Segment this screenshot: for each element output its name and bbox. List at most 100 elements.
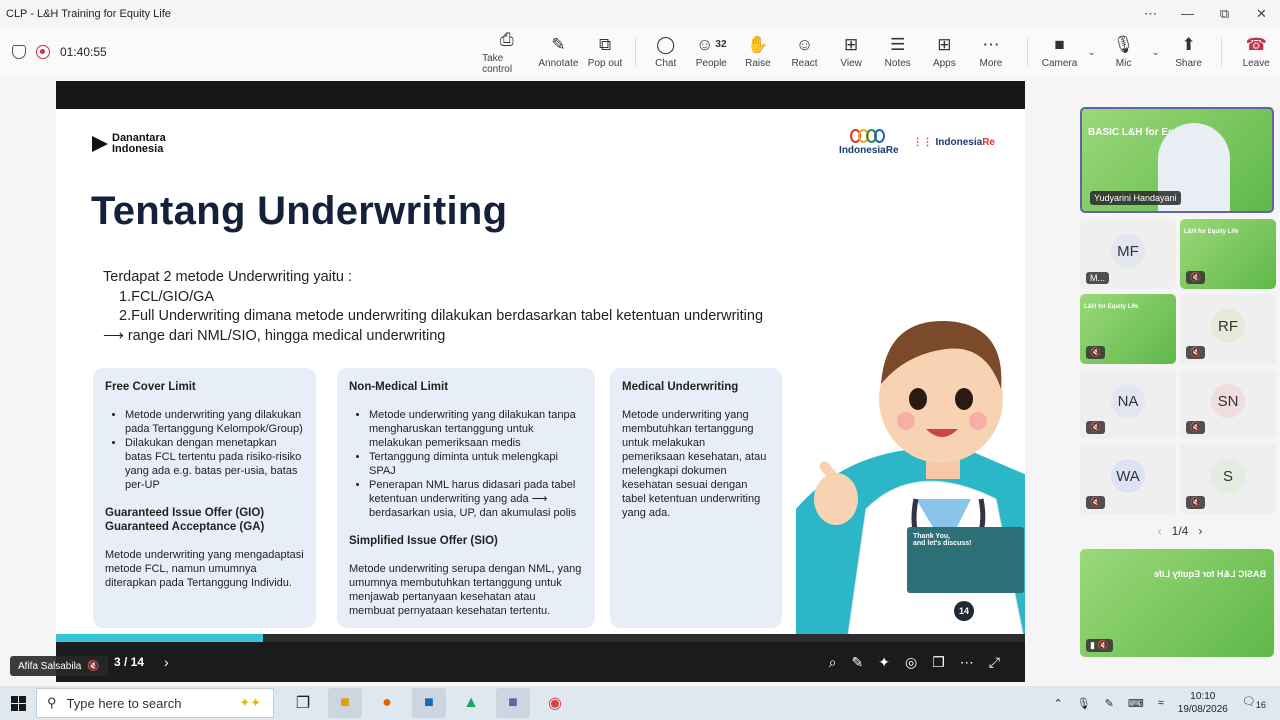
more-icon[interactable]: ⋯ — [960, 654, 974, 671]
live-icon[interactable]: ◎ — [905, 654, 917, 671]
laser-icon[interactable]: ✦ — [878, 654, 890, 671]
share-icon: ⬆ — [1181, 35, 1196, 54]
windows-taskbar: ⚲ Type here to search ✦✦ ❐ ■ ● ■ ▲ ■ ◉ ⌃… — [0, 686, 1280, 720]
participant-tile[interactable]: L&H for Equity Life 🔇 — [1180, 219, 1276, 289]
more-window-icon[interactable]: ⋯ — [1132, 6, 1169, 22]
mic-muted-icon: 🔇 — [1086, 346, 1106, 359]
taskbar-search-box[interactable]: ⚲ Type here to search ✦✦ — [36, 688, 274, 718]
smile-icon: ☺ — [795, 35, 814, 54]
camera-icon: ■ — [1054, 35, 1065, 54]
sparkle-icon: ✦✦ — [239, 695, 261, 710]
task-view-icon[interactable]: ❐ — [286, 688, 320, 718]
apps-icon: ⊞ — [937, 35, 952, 54]
pen-icon[interactable]: ✎ — [852, 654, 864, 671]
mic-muted-icon: 🔇 — [1086, 421, 1106, 434]
network-icon[interactable]: ≈ — [1158, 697, 1164, 709]
participant-tile[interactable]: WA 🔇 — [1080, 444, 1176, 514]
mic-muted-icon: 🎙 — [1112, 35, 1135, 54]
tray-chevron-icon[interactable]: ⌃ — [1053, 697, 1062, 710]
danantara-mark-icon — [92, 136, 108, 152]
next-page-chevron-icon[interactable]: › — [1198, 524, 1202, 538]
window-title: CLP - L&H Training for Equity Life — [6, 8, 171, 20]
raise-hand-button[interactable]: ✋ Raise — [737, 28, 779, 76]
main-participant-video[interactable]: BASIC L&H for Equ Yudyarini Handayani — [1080, 107, 1274, 213]
chrome-icon[interactable]: ◉ — [538, 688, 572, 718]
participant-tile[interactable]: S 🔇 — [1180, 444, 1276, 514]
take-control-button[interactable]: ⎙ Take control — [482, 28, 532, 76]
slide-progress-fill — [56, 634, 264, 642]
rings-icon — [839, 129, 898, 143]
slide-top-bar — [56, 81, 1025, 109]
keyboard-icon[interactable]: ⌨ — [1128, 697, 1144, 710]
participant-panel: BASIC L&H for Equ Yudyarini Handayani MF… — [1075, 76, 1280, 686]
slide-counter: 3 / 14 — [114, 655, 145, 669]
window-icon[interactable]: ❐ — [932, 654, 945, 671]
start-button[interactable] — [0, 695, 36, 711]
close-button[interactable]: ✕ — [1243, 6, 1280, 22]
more-button[interactable]: ⋯ More — [965, 28, 1017, 76]
minimize-button[interactable]: — — [1169, 6, 1206, 22]
participant-tile[interactable]: MF M... — [1080, 219, 1176, 289]
participant-tile[interactable]: RF 🔇 — [1180, 294, 1276, 364]
danantara-logo: Danantara Indonesia — [92, 133, 166, 155]
shared-screen-thumbnail[interactable]: BASIC L&H for Equity Life ▮ 🔇 — [1080, 549, 1274, 657]
toolbar-divider — [1221, 38, 1223, 66]
toolbar-divider — [1026, 38, 1028, 66]
react-button[interactable]: ☺ React — [779, 28, 831, 76]
thank-you-preview-thumbnail: Thank You, and let's discuss! — [907, 527, 1024, 593]
pen-icon: ✎ — [551, 35, 566, 54]
mic-muted-icon: 🔇 — [1186, 346, 1206, 359]
chat-button[interactable]: ◯ Chat — [646, 28, 686, 76]
exit-fullscreen-icon[interactable]: ⤢ — [989, 654, 1000, 671]
mic-tray-icon[interactable]: 🎙 — [1077, 697, 1091, 710]
notification-icon[interactable]: 🗨16 — [1242, 695, 1266, 710]
people-icon: ☺ — [696, 35, 714, 54]
file-explorer-icon[interactable]: ■ — [328, 688, 362, 718]
mic-button[interactable]: 🎙 Mic — [1102, 28, 1146, 76]
meeting-timer: 01:40:55 — [60, 45, 107, 59]
toolbar-divider — [634, 38, 636, 66]
participant-pager: ‹ 1/4 › — [1157, 524, 1203, 538]
zoom-icon[interactable]: ⌕ — [829, 654, 837, 671]
mic-muted-icon: 🔇 — [1186, 421, 1206, 434]
slide-progress-track — [56, 634, 1025, 642]
outlook-icon[interactable]: ■ — [412, 688, 446, 718]
participant-tile[interactable]: NA 🔇 — [1080, 369, 1176, 439]
free-cover-limit-card: Free Cover Limit Metode underwriting yan… — [93, 368, 316, 628]
title-bar: CLP - L&H Training for Equity Life ⋯ — ⧉… — [0, 0, 1280, 28]
share-button[interactable]: ⬆ Share — [1166, 28, 1212, 76]
participant-tile[interactable]: L&H for Equity Life 🔇 — [1080, 294, 1176, 364]
recording-icon — [36, 45, 50, 59]
apps-button[interactable]: ⊞ Apps — [924, 28, 966, 76]
annotate-button[interactable]: ✎ Annotate — [532, 28, 586, 76]
windows-logo-icon — [10, 695, 26, 711]
notes-button[interactable]: ☰ Notes — [872, 28, 924, 76]
mic-muted-icon: 🔇 — [1086, 496, 1106, 509]
restore-button[interactable]: ⧉ — [1206, 6, 1243, 22]
view-button[interactable]: ⊞ View — [830, 28, 872, 76]
participant-tile[interactable]: SN 🔇 — [1180, 369, 1276, 439]
pop-out-button[interactable]: ⧉ Pop out — [585, 28, 625, 76]
grid-icon: ⊞ — [844, 35, 859, 54]
participant-name-tag: Yudyarini Handayani — [1090, 191, 1181, 205]
google-drive-icon[interactable]: ▲ — [454, 688, 488, 718]
taskbar-clock[interactable]: 10:10 19/08/2026 — [1178, 690, 1228, 716]
camera-button[interactable]: ■ Camera — [1038, 28, 1082, 76]
more-icon: ⋯ — [982, 35, 1000, 54]
shared-content-stage: Danantara Indonesia IndonesiaRe ⋮⋮ Indones… — [0, 76, 1075, 686]
leave-button[interactable]: ☎ Leave — [1232, 28, 1280, 76]
prev-page-chevron-icon[interactable]: ‹ — [1158, 524, 1162, 538]
firefox-icon[interactable]: ● — [370, 688, 404, 718]
pen-tray-icon[interactable]: ✎ — [1105, 697, 1114, 710]
mic-muted-icon: 🔇 — [87, 660, 100, 672]
meeting-toolbar: 01:40:55 ⎙ Take control ✎ Annotate ⧉ Pop ou… — [0, 28, 1280, 76]
teams-icon[interactable]: ■ — [496, 688, 530, 718]
next-slide-chevron-icon[interactable]: › — [164, 654, 169, 670]
presentation-slide: Danantara Indonesia IndonesiaRe ⋮⋮ Indones… — [56, 109, 1025, 642]
mic-options-chevron-icon[interactable]: ⌄ — [1151, 47, 1159, 58]
signal-icon: ▮ 🔇 — [1086, 639, 1113, 652]
people-button[interactable]: ☺ 32 People — [686, 28, 738, 76]
pop-out-icon: ⧉ — [598, 35, 612, 54]
take-control-icon: ⎙ — [500, 29, 514, 49]
camera-options-chevron-icon[interactable]: ⌄ — [1087, 47, 1095, 58]
